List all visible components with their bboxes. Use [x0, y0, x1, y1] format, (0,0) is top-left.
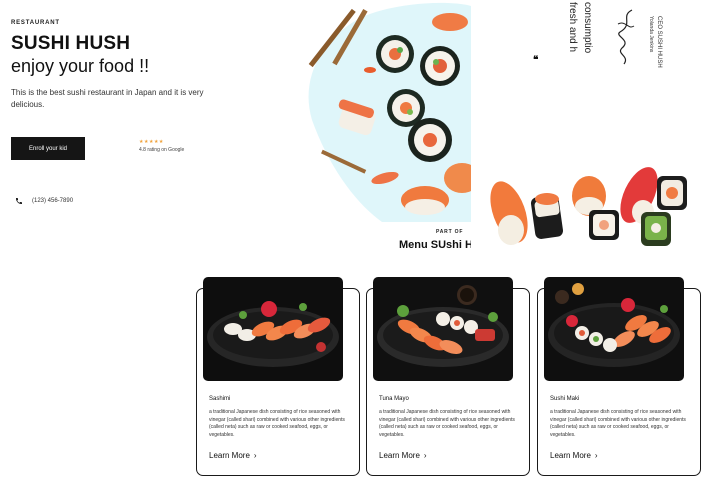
learn-more-link[interactable]: Learn More › — [209, 451, 257, 460]
learn-more-label: Learn More — [379, 451, 420, 460]
hero-eyebrow: RESTAURANT — [11, 20, 60, 26]
menu-card-title: Sashimi — [209, 396, 231, 402]
sashimi-image — [203, 277, 343, 381]
hero-description: This is the best sushi restaurant in Jap… — [11, 88, 204, 109]
brand-title: SUSHI HUSH — [11, 33, 131, 54]
learn-more-link[interactable]: Learn More › — [379, 451, 427, 460]
section-title: Menu SUshi HUSH — [399, 239, 471, 251]
tuna-mayo-image — [373, 277, 513, 381]
menu-card-title: Tuna Mayo — [379, 396, 409, 402]
phone-icon — [16, 198, 22, 204]
hero-image — [300, 0, 471, 222]
menu-card-description: a traditional Japanese dish consisting o… — [550, 409, 686, 438]
enroll-button[interactable]: Enroll your kid — [11, 137, 85, 160]
rating-stars: ★★★★★ — [139, 139, 164, 145]
menu-card-description: a traditional Japanese dish consisting o… — [379, 409, 515, 438]
hero-tagline: enjoy your food !! — [11, 56, 150, 76]
learn-more-label: Learn More — [209, 451, 250, 460]
chevron-right-icon: › — [423, 451, 427, 460]
learn-more-link[interactable]: Learn More › — [550, 451, 598, 460]
phone-link[interactable]: (123) 456-7890 — [32, 198, 73, 204]
sushi-maki-image — [544, 277, 684, 381]
rating-text: 4.8 rating on Google — [139, 147, 185, 153]
section-eyebrow: PART OF — [436, 229, 464, 235]
chevron-right-icon: › — [253, 451, 257, 460]
menu-card-description: a traditional Japanese dish consisting o… — [209, 409, 345, 438]
menu-card-title: Sushi Maki — [550, 396, 580, 402]
learn-more-label: Learn More — [550, 451, 591, 460]
chevron-right-icon: › — [594, 451, 598, 460]
sushi-showcase-image — [471, 0, 706, 270]
